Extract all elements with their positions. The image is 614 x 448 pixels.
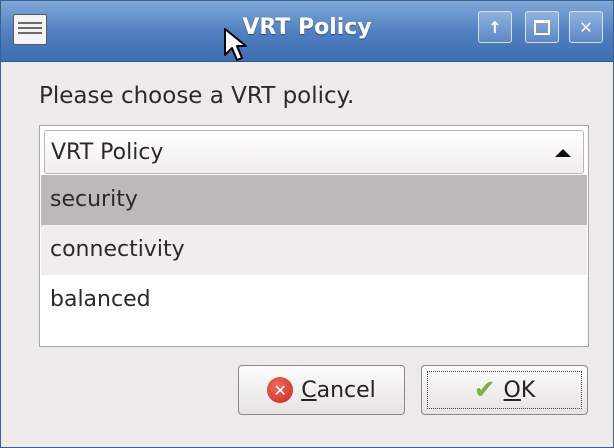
close-icon: ✕ bbox=[579, 17, 593, 37]
chevron-up-icon[interactable] bbox=[555, 149, 571, 157]
cancel-button[interactable]: ✕ Cancel bbox=[238, 365, 405, 415]
arrow-up-icon: ↑ bbox=[488, 17, 502, 37]
policy-combo-header[interactable]: VRT Policy bbox=[44, 130, 584, 174]
option-security[interactable]: security bbox=[41, 175, 587, 225]
option-balanced[interactable]: balanced bbox=[41, 275, 587, 325]
cancel-icon: ✕ bbox=[267, 377, 294, 403]
focus-ring bbox=[427, 371, 582, 409]
close-button[interactable]: ✕ bbox=[569, 11, 603, 43]
maximize-icon bbox=[534, 19, 550, 35]
title-bar[interactable]: VRT Policy ↑ ✕ bbox=[1, 1, 613, 62]
ok-button[interactable]: ✔ OK bbox=[421, 365, 588, 415]
option-connectivity[interactable]: connectivity bbox=[41, 225, 587, 275]
combo-header-label: VRT Policy bbox=[51, 140, 164, 165]
policy-listbox[interactable]: VRT Policy security connectivity balance… bbox=[39, 125, 589, 347]
dialog-window: VRT Policy ↑ ✕ Please choose a VRT polic… bbox=[0, 0, 614, 448]
mouse-cursor-icon bbox=[224, 28, 247, 61]
cancel-button-label: Cancel bbox=[301, 377, 376, 403]
dialog-prompt: Please choose a VRT policy. bbox=[39, 83, 355, 109]
maximize-button[interactable] bbox=[525, 11, 559, 43]
roll-up-button[interactable]: ↑ bbox=[478, 11, 512, 43]
window-title: VRT Policy bbox=[242, 15, 372, 40]
